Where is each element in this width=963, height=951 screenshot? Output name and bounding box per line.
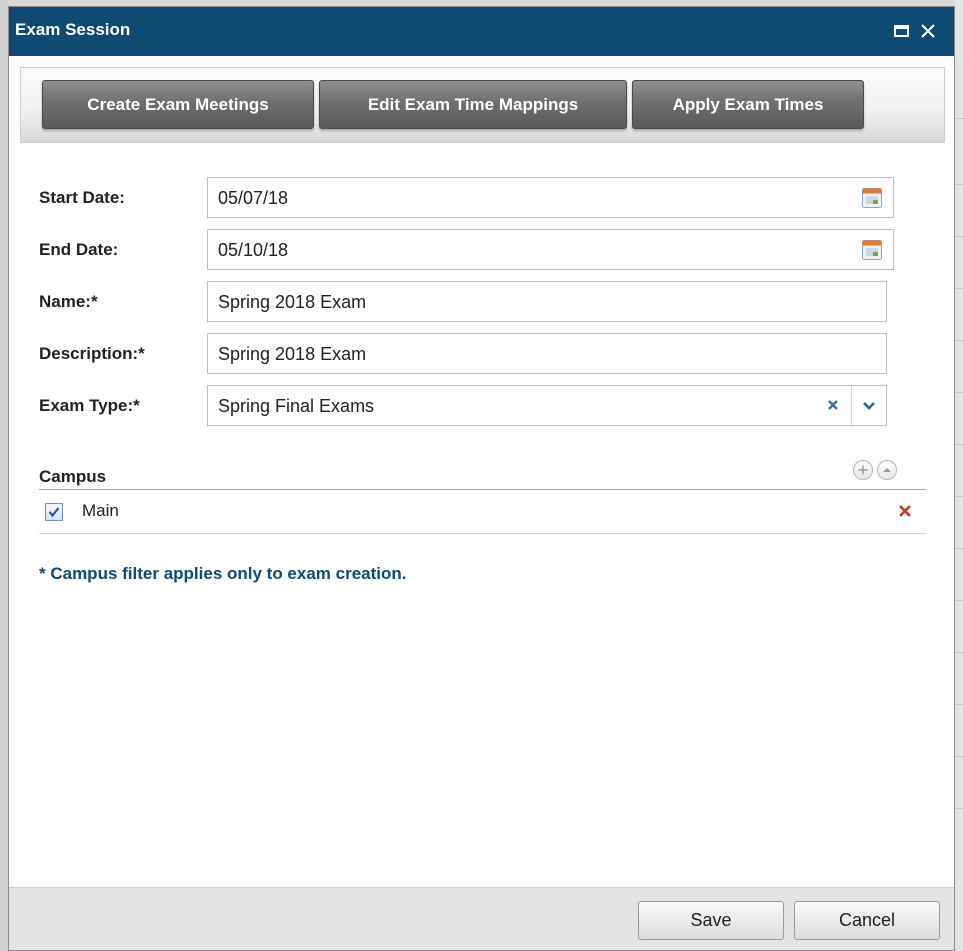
end-date-label: End Date: (39, 240, 119, 259)
exam-type-value: Spring Final Exams (218, 396, 375, 416)
clear-icon[interactable] (826, 394, 840, 417)
background-line (955, 600, 963, 601)
campus-divider (39, 489, 926, 490)
campus-checkbox[interactable] (45, 503, 63, 521)
background-line (955, 288, 963, 289)
save-button[interactable]: Save (638, 901, 784, 940)
background-line (955, 704, 963, 705)
background-line (955, 808, 963, 809)
calendar-icon[interactable] (861, 239, 883, 261)
start-date-value: 05/07/18 (218, 188, 289, 208)
calendar-icon[interactable] (861, 187, 883, 209)
background-line (955, 340, 963, 341)
combo-separator (851, 386, 852, 425)
description-field[interactable]: Spring 2018 Exam (207, 333, 887, 374)
background-line (955, 756, 963, 757)
background-line (955, 184, 963, 185)
end-date-value: 05/10/18 (218, 240, 289, 260)
remove-icon[interactable] (895, 501, 915, 521)
background-line (955, 444, 963, 445)
campus-header: Campus (39, 467, 107, 486)
close-icon[interactable] (918, 21, 938, 41)
chevron-up-icon[interactable] (877, 460, 897, 480)
campus-filter-note: * Campus filter applies only to exam cre… (39, 564, 407, 583)
action-toolbar: Create Exam Meetings Edit Exam Time Mapp… (20, 67, 945, 143)
dialog-footer: Save Cancel (9, 887, 954, 950)
background-line (955, 652, 963, 653)
background-line (955, 118, 963, 119)
background-line (955, 236, 963, 237)
edit-exam-time-mappings-button[interactable]: Edit Exam Time Mappings (319, 80, 627, 129)
exam-session-dialog: Exam Session Create Exam Meetings Edit E… (8, 6, 955, 951)
background-line (955, 496, 963, 497)
apply-exam-times-button[interactable]: Apply Exam Times (632, 80, 864, 129)
end-date-field[interactable]: 05/10/18 (207, 229, 894, 270)
dialog-titlebar[interactable]: Exam Session (9, 7, 954, 56)
plus-icon[interactable] (853, 460, 873, 480)
description-value: Spring 2018 Exam (218, 344, 367, 364)
campus-row-divider (39, 533, 926, 534)
campus-item-label: Main (82, 501, 119, 520)
name-label: Name:* (39, 292, 98, 311)
maximize-icon[interactable] (892, 21, 912, 41)
exam-type-label: Exam Type:* (39, 396, 140, 415)
description-label: Description:* (39, 344, 145, 363)
name-value: Spring 2018 Exam (218, 292, 367, 312)
cancel-button[interactable]: Cancel (794, 901, 940, 940)
create-exam-meetings-button[interactable]: Create Exam Meetings (42, 80, 314, 129)
background-line (955, 548, 963, 549)
start-date-label: Start Date: (39, 188, 125, 207)
dialog-title: Exam Session (15, 20, 131, 39)
name-field[interactable]: Spring 2018 Exam (207, 281, 887, 322)
background-left-strip (0, 0, 8, 951)
start-date-field[interactable]: 05/07/18 (207, 177, 894, 218)
exam-type-combobox[interactable]: Spring Final Exams (207, 385, 887, 426)
background-line (955, 392, 963, 393)
background-right-strip (955, 0, 963, 951)
chevron-down-icon[interactable] (860, 397, 878, 415)
